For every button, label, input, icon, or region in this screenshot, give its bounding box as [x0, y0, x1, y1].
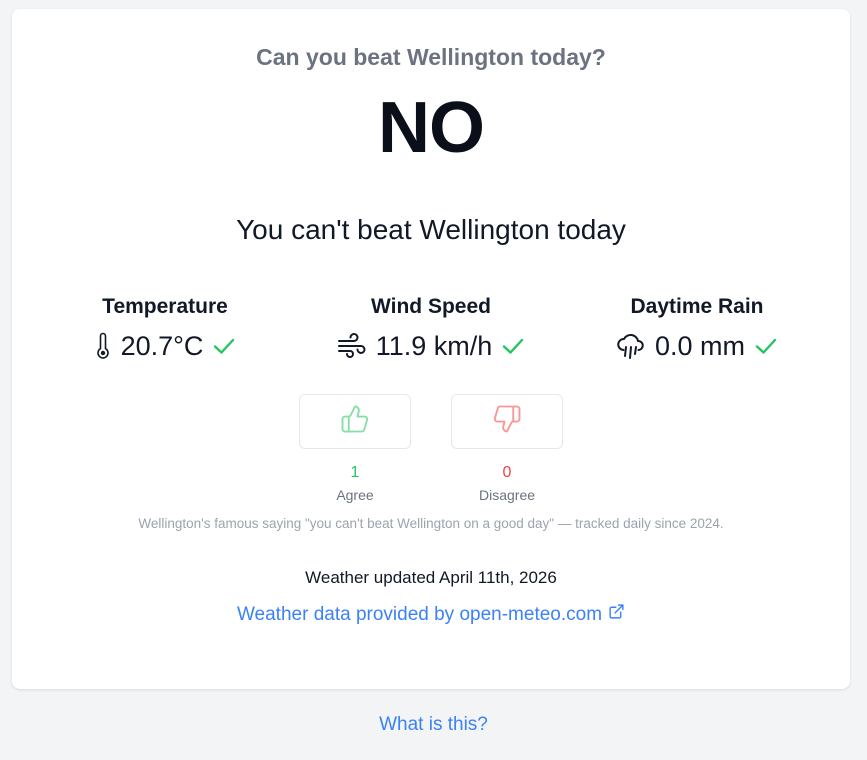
vote-disagree: 0 Disagree [451, 394, 563, 503]
disagree-label: Disagree [478, 487, 536, 503]
what-is-this-link[interactable]: What is this? [379, 714, 488, 735]
stat-value-row: 11.9 km/h [311, 329, 551, 363]
footer: What is this? [0, 714, 867, 736]
stat-title: Daytime Rain [630, 295, 764, 318]
stat-value-row: 0.0 mm [577, 329, 817, 363]
stat-value-row: 20.7°C [45, 329, 285, 363]
disagree-count: 0 [502, 464, 512, 481]
weather-updated-text: Weather updated April 11th, 2026 [305, 568, 557, 587]
weather-source-label: Weather data provided by open-meteo.com [236, 603, 603, 625]
wind-icon [337, 333, 367, 359]
thumbs-down-icon [492, 404, 522, 439]
agree-label: Agree [336, 487, 374, 503]
temperature-value: 20.7°C [120, 330, 204, 361]
saying-text: Wellington's famous saying "you can't be… [138, 516, 724, 531]
stat-title: Temperature [102, 295, 228, 318]
verdict-text: You can't beat Wellington today [236, 214, 626, 245]
question-heading: Can you beat Wellington today? [256, 44, 606, 70]
rain-value: 0.0 mm [654, 330, 746, 361]
rain-cloud-icon [616, 332, 646, 360]
stat-wind-speed: Wind Speed 11.9 km/h [311, 292, 551, 363]
external-link-icon [608, 603, 625, 626]
weather-source: Weather data provided by open-meteo.com [12, 603, 850, 626]
weather-source-link[interactable]: Weather data provided by open-meteo.com [237, 603, 625, 626]
check-icon [754, 336, 778, 356]
thumbs-up-icon [340, 404, 370, 439]
agree-button[interactable] [299, 394, 411, 449]
stat-title: Wind Speed [371, 295, 491, 318]
disagree-button[interactable] [451, 394, 563, 449]
result-card: Can you beat Wellington today? NO You ca… [12, 9, 850, 689]
check-icon [212, 336, 236, 356]
answer-text: NO [378, 88, 485, 168]
agree-count: 1 [350, 464, 360, 481]
stat-daytime-rain: Daytime Rain 0.0 mm [577, 292, 817, 363]
vote-agree: 1 Agree [299, 394, 411, 503]
stat-temperature: Temperature 20.7°C [45, 292, 285, 363]
thermometer-icon [94, 332, 112, 360]
check-icon [501, 336, 525, 356]
wind-speed-value: 11.9 km/h [375, 330, 493, 361]
